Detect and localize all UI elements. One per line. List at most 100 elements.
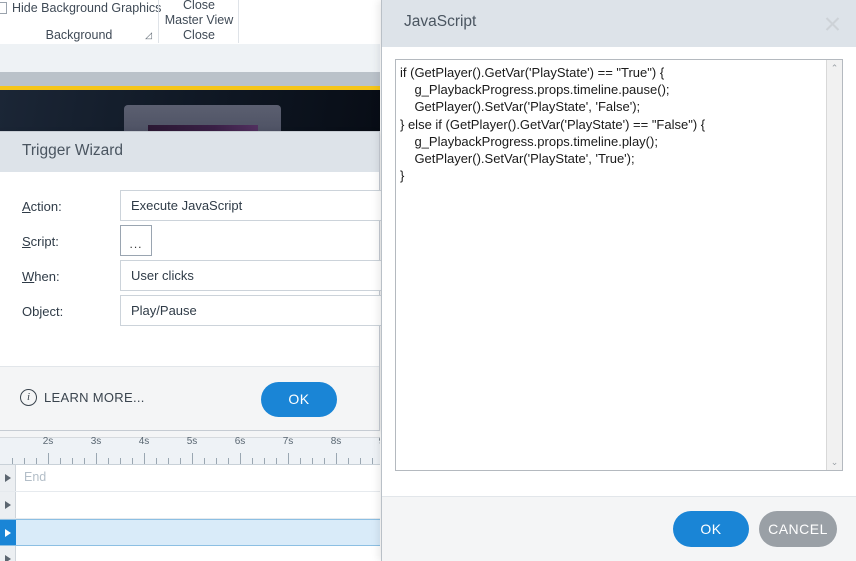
timeline-tick-minor [372,458,373,464]
timeline-panel: 2s 3s 4s 5s 6s 7s 8s 9s End [0,431,380,561]
expand-arrow-icon[interactable] [0,492,16,518]
timeline-tick-minor [300,458,301,464]
checkbox-icon[interactable] [0,2,7,14]
timeline-tick-minor [156,458,157,464]
timeline-tick-major [144,453,145,464]
field-row-object: Object: Play/Pause [0,295,379,330]
javascript-dialog-titlebar: JavaScript [382,0,856,47]
workspace-strip [0,44,380,72]
action-dropdown[interactable]: Execute JavaScript [120,190,382,221]
trigger-wizard-footer: i LEARN MORE... OK [0,366,379,430]
javascript-cancel-button[interactable]: CANCEL [759,511,837,547]
timeline-tick-minor [264,458,265,464]
timeline-tick-minor [132,458,133,464]
timeline-ruler-label: 3s [91,436,102,447]
timeline-tick-minor [204,458,205,464]
close-master-view-button[interactable]: Close Master View [159,0,239,28]
javascript-dialog-title: JavaScript [404,13,476,31]
scroll-down-icon[interactable]: ⌄ [827,454,842,470]
timeline-tick-minor [360,458,361,464]
timeline-ruler[interactable]: 2s 3s 4s 5s 6s 7s 8s 9s [0,438,380,465]
timeline-tick-minor [60,458,61,464]
code-editor-text[interactable]: if (GetPlayer().GetVar('PlayState') == "… [400,64,824,184]
code-editor-scrollbar[interactable]: ⌃ ⌄ [826,60,842,470]
object-dropdown[interactable]: Play/Pause [120,295,382,326]
timeline-tick-minor [276,458,277,464]
timeline-tick-major [192,453,193,464]
timeline-ruler-label: 7s [283,436,294,447]
timeline-tick-major [240,453,241,464]
script-ellipsis-button[interactable]: ... [120,225,152,256]
timeline-tick-minor [216,458,217,464]
timeline-tick-minor [72,458,73,464]
when-dropdown[interactable]: User clicks [120,260,382,291]
learn-more-label: LEARN MORE... [44,390,145,405]
ribbon-group-close: Close Master View Close [158,0,239,43]
expand-arrow-icon[interactable] [0,465,16,491]
expand-arrow-icon[interactable] [0,546,16,561]
trigger-wizard-dialog: Trigger Wizard Action: Execute JavaScrip… [0,131,380,431]
timeline-tick-major [96,453,97,464]
trigger-wizard-ok-button[interactable]: OK [261,382,337,417]
close-master-view-line2: Master View [159,13,239,28]
timeline-tick-minor [24,458,25,464]
timeline-tick-minor [312,458,313,464]
javascript-dialog-body: if (GetPlayer().GetVar('PlayState') == "… [382,47,856,497]
ribbon-group-background: Hide Background Graphics Background ◿ [0,0,158,43]
timeline-track-row[interactable] [0,546,380,561]
javascript-dialog-footer: OK CANCEL [382,496,856,561]
close-icon[interactable] [822,14,842,34]
field-row-script: Script: ... [0,225,379,260]
object-label: Object: [22,304,63,319]
ribbon-divider [238,0,239,43]
timeline-tick-minor [12,458,13,464]
timeline-ruler-label: 6s [235,436,246,447]
timeline-track-row[interactable]: End [0,465,380,492]
timeline-tick-major [48,453,49,464]
trigger-wizard-title: Trigger Wizard [22,142,123,160]
action-label: Action: [22,199,62,214]
timeline-track-row[interactable] [0,492,380,519]
hide-background-graphics-label: Hide Background Graphics [12,1,161,15]
app-screenshot: Hide Background Graphics Background ◿ Cl… [0,0,856,561]
expand-arrow-icon[interactable] [0,520,16,545]
timeline-tick-minor [180,458,181,464]
timeline-tick-minor [84,458,85,464]
close-master-view-line1: Close [159,0,239,13]
timeline-ruler-label: 4s [139,436,150,447]
trigger-wizard-titlebar: Trigger Wizard [0,132,379,172]
hide-background-graphics-row[interactable]: Hide Background Graphics [2,1,161,15]
field-row-when: When: User clicks [0,260,379,295]
ribbon: Hide Background Graphics Background ◿ Cl… [0,0,380,45]
slide-canvas-topbar [0,72,380,86]
code-editor[interactable]: if (GetPlayer().GetVar('PlayState') == "… [395,59,843,471]
timeline-tick-major [288,453,289,464]
when-label: When: [22,269,60,284]
timeline-tick-minor [108,458,109,464]
timeline-tick-minor [36,458,37,464]
timeline-tick-minor [324,458,325,464]
timeline-track-row-selected[interactable] [0,519,380,546]
timeline-ruler-label: 9s [379,436,380,447]
learn-more-link[interactable]: i LEARN MORE... [20,389,145,406]
close-group-label: Close [159,28,239,42]
timeline-ruler-label: 2s [43,436,54,447]
scroll-up-icon[interactable]: ⌃ [827,60,842,76]
javascript-dialog: JavaScript if (GetPlayer().GetVar('PlayS… [381,0,856,561]
dialog-launcher-icon[interactable]: ◿ [145,31,152,40]
timeline-tick-major [336,453,337,464]
info-icon: i [20,389,37,406]
timeline-ruler-label: 8s [331,436,342,447]
timeline-tick-minor [120,458,121,464]
timeline-tick-minor [168,458,169,464]
timeline-ruler-label: 5s [187,436,198,447]
background-group-label: Background [0,28,158,42]
timeline-track-name: End [24,470,46,484]
timeline-tick-minor [228,458,229,464]
timeline-tick-minor [348,458,349,464]
trigger-wizard-body: Action: Execute JavaScript Script: ... W… [0,172,379,395]
javascript-ok-button[interactable]: OK [673,511,749,547]
field-row-action: Action: Execute JavaScript [0,190,379,225]
script-label: Script: [22,234,59,249]
timeline-tick-minor [252,458,253,464]
